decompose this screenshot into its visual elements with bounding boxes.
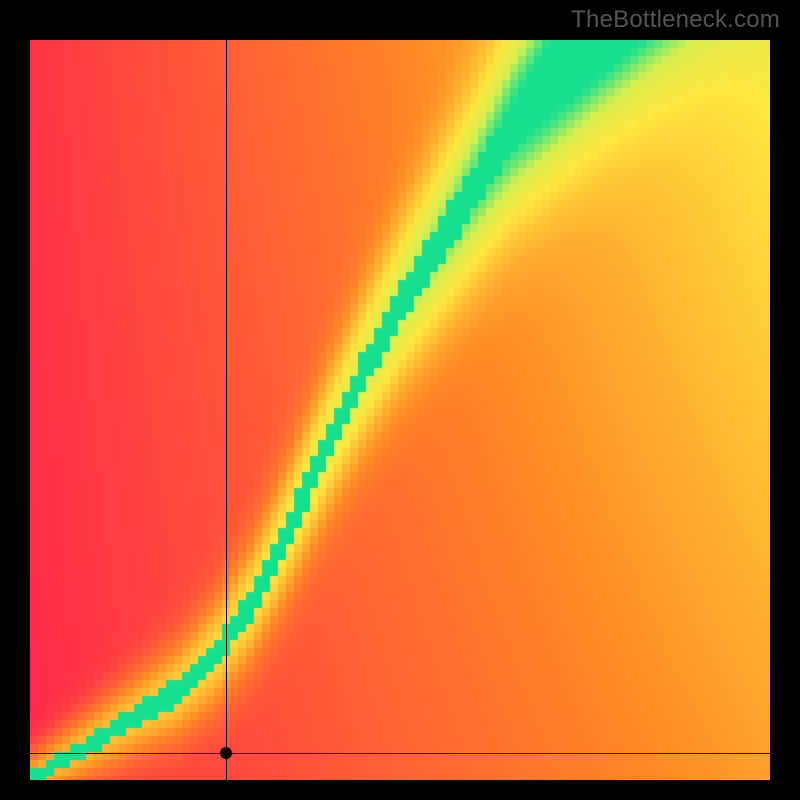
attribution-text: TheBottleneck.com (571, 6, 780, 34)
heatmap-plot (30, 40, 770, 780)
crosshair-marker (220, 747, 232, 759)
chart-stage: TheBottleneck.com (0, 0, 800, 800)
heatmap-canvas (30, 40, 770, 780)
crosshair-vertical (226, 40, 227, 780)
crosshair-horizontal (30, 753, 770, 754)
